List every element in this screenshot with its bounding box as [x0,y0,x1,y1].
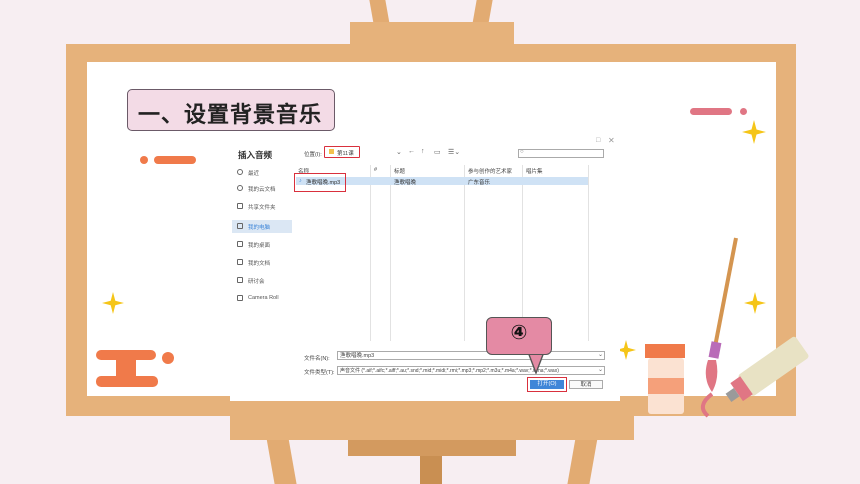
view-options-icon[interactable]: ☰⌄ [448,148,460,156]
search-icon: ○ [520,149,524,155]
file-name[interactable]: 渔歌唱晚.mp3 [306,178,340,186]
dash-decoration-right [690,108,732,115]
clock-icon [237,169,243,175]
easel-tray [230,414,634,440]
easel-leg-center [420,454,442,484]
sidebar-item-camera-roll[interactable]: Camera Roll [232,292,292,305]
sidebar-item-desktop[interactable]: 我的桌面 [232,238,292,251]
close-icon[interactable]: ✕ [608,136,615,145]
sidebar-item-shared-folder[interactable]: 共享文件夹 [232,200,292,213]
maximize-icon[interactable]: □ [596,137,600,144]
folder-icon [237,295,243,301]
callout-pointer [527,352,545,374]
dot-decoration [140,156,148,164]
sidebar-item-seminar[interactable]: 研讨会 [232,274,292,287]
file-artist: 广东音乐 [468,180,491,186]
column-header-album[interactable]: 唱片集 [526,167,543,175]
easel-top-bar [350,22,514,46]
filename-field[interactable]: 渔歌唱晚.mp3 [337,351,605,360]
back-arrow-icon[interactable]: ← [408,148,415,155]
easel-tray-lower [348,440,516,456]
insert-audio-dialog: 插入音频 □ ✕ 最近 我的云文档 共享文件夹 我的电脑 我的桌面 我的文档 研… [230,136,620,401]
column-header-artist[interactable]: 参与创作的艺术家 [468,167,512,175]
sidebar-item-recent[interactable]: 最近 [232,166,292,179]
column-divider [588,165,589,341]
column-divider [370,165,371,341]
audio-file-icon: ♪ [299,178,302,184]
desktop-icon [237,241,243,247]
column-divider [464,165,465,341]
chevron-down-icon[interactable]: ⌄ [598,351,603,358]
folder-icon [237,277,243,283]
orange-block-decoration [96,350,174,387]
sidebar-item-cloud-docs[interactable]: 我的云文档 [232,182,292,195]
folder-icon [329,149,334,154]
column-header-title[interactable]: 标题 [394,167,405,175]
dialog-title: 插入音频 [238,150,273,160]
dot-decoration-right [740,108,747,115]
location-value: 第11课 [337,151,354,157]
filetype-select[interactable]: 声音文件 (*.aif;*.aifc;*.aiff;*.au;*.snd;*.m… [337,366,605,375]
column-divider [390,165,391,341]
step-number: ④ [510,320,528,344]
sidebar-item-my-computer[interactable]: 我的电脑 [232,220,292,233]
paint-supplies-illustration [645,237,809,418]
chevron-down-icon[interactable]: ⌄ [598,366,603,373]
filename-label: 文件名(N): [304,356,330,362]
sidebar-item-my-documents[interactable]: 我的文档 [232,256,292,269]
column-divider [522,165,523,341]
new-folder-icon[interactable]: ▭ [434,148,441,156]
up-arrow-icon[interactable]: ↑ [421,148,425,155]
computer-icon [237,223,243,229]
folder-icon [237,259,243,265]
cancel-button[interactable]: 取消 [569,380,603,389]
filetype-label: 文件类型(T): [304,370,335,376]
open-button[interactable]: 打开(O) [530,380,564,389]
share-icon [237,203,243,209]
page-title: 一、设置背景音乐 [138,103,323,128]
sparkle-icon [102,292,124,314]
sparkle-icon [742,120,766,144]
cloud-icon [237,185,243,191]
chevron-down-icon[interactable]: ⌄ [396,148,402,156]
column-header-number[interactable]: # [374,167,377,173]
search-input[interactable] [518,149,604,158]
file-title: 渔歌唱晚 [394,180,417,186]
dash-decoration [154,156,196,164]
location-label: 位置(I): [304,152,322,158]
